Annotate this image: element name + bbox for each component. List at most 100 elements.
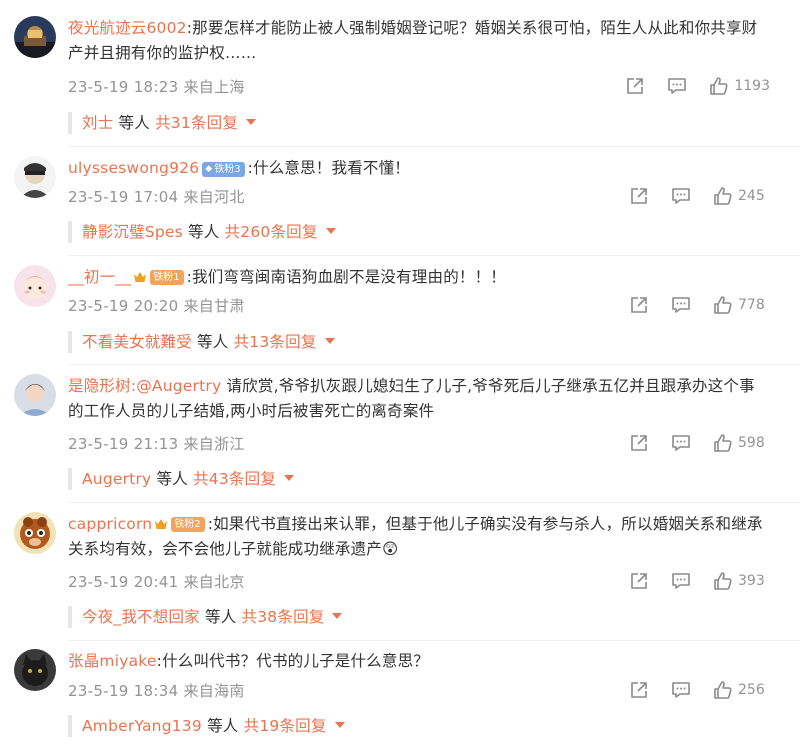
comment-text: 夜光航迹云6002:那要怎样才能防止被人强制婚姻登记呢？婚姻关系很可怕，陌生人从… [68,16,770,66]
like-count: 1193 [734,78,770,94]
thumbs-up-icon[interactable] [713,186,733,206]
reply-bar [68,715,72,737]
like-count: 256 [738,682,765,698]
avatar[interactable] [14,649,56,691]
comment-icon[interactable] [671,186,691,206]
avatar[interactable] [14,374,56,416]
chevron-down-icon[interactable] [332,613,343,619]
like-count: 778 [738,297,765,313]
reply-username[interactable]: AmberYang139 [82,717,202,735]
comment-meta: 23-5-19 18:23 来自上海 [68,78,245,96]
comment-actions: 1193 [625,76,770,96]
avatar-image [14,16,56,58]
avatar[interactable] [14,265,56,307]
reply-summary[interactable]: Augertry 等人 共43条回复 [82,467,295,489]
reply-username[interactable]: 不看美女就難受 [82,333,192,351]
divider [68,502,800,503]
thumbs-up-icon[interactable] [713,680,733,700]
comment-icon[interactable] [671,680,691,700]
reply-summary[interactable]: 静影沉璧Spes 等人 共260条回复 [82,220,336,242]
divider [68,255,800,256]
comment-username[interactable]: cappricorn [68,515,152,533]
share-icon[interactable] [629,680,649,700]
comment-actions: 256 [629,680,770,700]
comment-body: :我们弯弯闽南语狗血剧不是没有理由的！！！ [186,268,507,286]
comment-username[interactable]: 夜光航迹云6002 [68,19,187,37]
comment-body: :什么意思！我看不懂！ [247,159,411,177]
share-icon[interactable] [629,571,649,591]
reply-summary[interactable]: AmberYang139 等人 共19条回复 [82,714,345,736]
reply-username[interactable]: Augertry [82,470,151,488]
reply-count-link[interactable]: 共31条回复 [155,114,238,132]
avatar-image [14,156,56,198]
share-icon[interactable] [629,186,649,206]
reply-username[interactable]: 静影沉璧Spes [82,223,183,241]
divider [68,364,800,365]
fan-badge[interactable]: 铁粉1 [150,270,184,285]
chevron-down-icon[interactable] [334,722,345,728]
divider [68,146,800,147]
badge-label: 铁粉3 [214,164,241,175]
comment-icon[interactable] [671,571,691,591]
chevron-down-icon[interactable] [324,338,335,344]
reply-bar [68,221,72,243]
avatar-image [14,649,56,691]
thumbs-up-icon[interactable] [713,571,733,591]
crown-icon [155,519,168,529]
thumbs-up-icon[interactable] [713,295,733,315]
avatar[interactable] [14,16,56,58]
comment-meta: 23-5-19 20:20 来自甘肃 [68,297,245,315]
avatar[interactable] [14,512,56,554]
reply-count-link[interactable]: 共19条回复 [244,717,327,735]
share-icon[interactable] [629,433,649,453]
like-count: 598 [738,435,765,451]
thumbs-up-icon[interactable] [709,76,729,96]
avatar-image [14,512,56,554]
comment-meta: 23-5-19 20:41 来自北京 [68,573,245,591]
like-count: 245 [738,188,765,204]
mention-link[interactable]: :@Augertry [131,377,222,395]
reply-mid-text: 等人 [188,223,220,241]
reply-username[interactable]: 刘士 [82,114,113,132]
comment-text: cappricorn 铁粉2:如果代书直接出来认罪，但基于他儿子确实没有参与杀人，… [68,512,770,562]
chevron-down-icon[interactable] [325,228,336,234]
reply-mid-text: 等人 [156,470,188,488]
comment-username[interactable]: 张晶miyake [68,652,157,670]
reply-mid-text: 等人 [197,333,229,351]
comment-meta: 23-5-19 17:04 来自河北 [68,188,245,206]
reply-bar [68,112,72,134]
comment-text: __初一__ 铁粉1:我们弯弯闽南语狗血剧不是没有理由的！！！ [68,265,770,290]
reply-count-link[interactable]: 共38条回复 [242,608,325,626]
reply-count-link[interactable]: 共13条回复 [234,333,317,351]
comment-actions: 245 [629,186,770,206]
reply-count-link[interactable]: 共260条回复 [225,223,318,241]
avatar[interactable] [14,156,56,198]
fan-badge[interactable]: ◆ 铁粉3 [202,162,245,177]
reply-summary[interactable]: 今夜_我不想回家 等人 共38条回复 [82,605,343,627]
reply-count-link[interactable]: 共43条回复 [193,470,276,488]
comment-username[interactable]: ulysseswong926 [68,159,199,177]
chevron-down-icon[interactable] [246,119,257,125]
share-icon[interactable] [629,295,649,315]
reply-bar [68,468,72,490]
comment-meta: 23-5-19 21:13 来自浙江 [68,435,245,453]
comment-actions: 393 [629,571,770,591]
comment-username[interactable]: __初一__ [68,268,131,286]
reply-summary[interactable]: 刘士 等人 共31条回复 [82,111,257,133]
reply-mid-text: 等人 [207,717,239,735]
comment-icon[interactable] [671,295,691,315]
thumbs-up-icon[interactable] [713,433,733,453]
divider [68,640,800,641]
reply-mid-text: 等人 [118,114,150,132]
crown-icon [134,272,147,282]
comment-icon[interactable] [671,433,691,453]
comment-icon[interactable] [667,76,687,96]
reply-summary[interactable]: 不看美女就難受 等人 共13条回复 [82,330,335,352]
comment-username[interactable]: 是隐形树 [68,377,131,395]
share-icon[interactable] [625,76,645,96]
comment-text: 张晶miyake:什么叫代书？代书的儿子是什么意思？ [68,649,770,674]
chevron-down-icon[interactable] [284,475,295,481]
surprised-emoji-icon: 😲 [382,540,399,558]
fan-badge[interactable]: 铁粉2 [171,517,205,532]
reply-username[interactable]: 今夜_我不想回家 [82,608,200,626]
